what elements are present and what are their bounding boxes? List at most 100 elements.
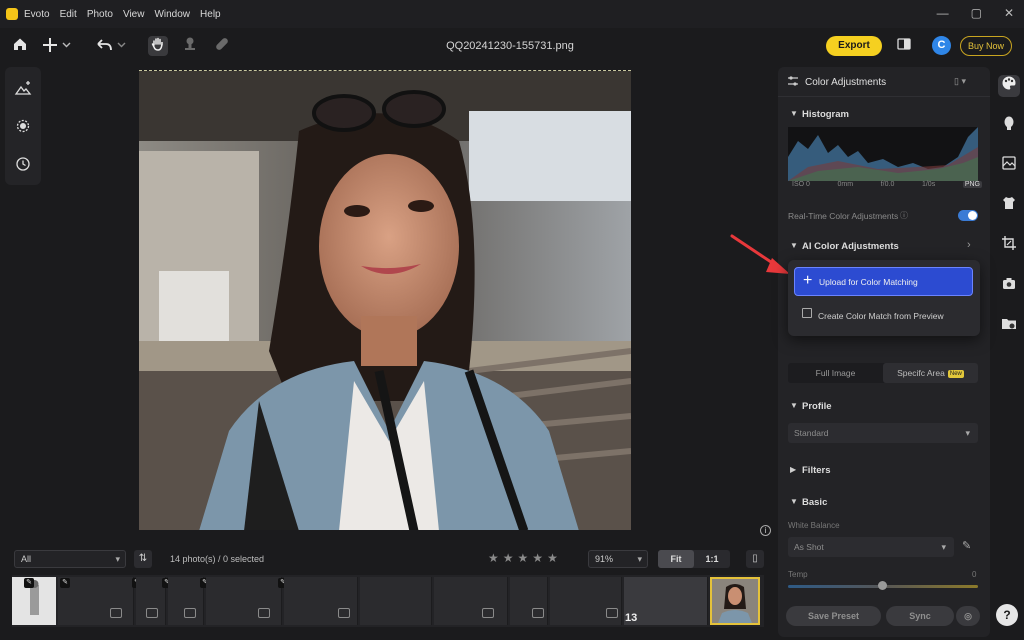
clothing-icon[interactable] (998, 195, 1020, 217)
caret-down-icon[interactable]: ▼ (790, 109, 798, 118)
menu-view[interactable]: View (123, 9, 145, 20)
thumbnail[interactable] (434, 577, 508, 625)
specific-area-tab[interactable]: Specifc Area New (883, 363, 978, 383)
home-icon[interactable] (10, 36, 30, 56)
one-to-one-button[interactable]: 1:1 (694, 550, 730, 568)
rating-stars[interactable]: ★ ★ ★ ★ ★ (488, 551, 558, 565)
zoom-select[interactable]: 91% ▾ (588, 550, 648, 568)
caret-down-icon[interactable]: ▼ (790, 497, 798, 506)
shutter-label: 1/0s (921, 181, 936, 188)
menu-edit[interactable]: Edit (60, 9, 77, 20)
caret-right-icon[interactable]: ▶ (790, 465, 796, 474)
realtime-label: Real-Time Color Adjustments (788, 211, 899, 221)
thumbnail[interactable]: ✎ (136, 577, 172, 625)
face-icon[interactable] (998, 115, 1020, 137)
thumbnail-current[interactable] (710, 577, 760, 625)
chevron-right-icon[interactable]: › (967, 239, 971, 251)
stamp-tool-icon[interactable] (180, 36, 200, 56)
create-color-match-button[interactable]: Create Color Match from Preview (794, 304, 973, 328)
histogram-exif: ISO 0 0mm f/0.0 1/0s PNG (792, 181, 982, 188)
image-placeholder-icon (532, 608, 544, 618)
white-balance-select[interactable]: As Shot ▾ (788, 537, 954, 557)
camera-icon[interactable] (998, 275, 1020, 297)
edited-photo[interactable] (139, 70, 631, 530)
star-icon[interactable]: ★ (518, 551, 529, 565)
filter-select[interactable]: All ▾ (14, 550, 126, 568)
thumbnail[interactable]: ✎ (550, 577, 634, 625)
portrait-image (139, 71, 631, 530)
sync-button[interactable]: Sync (886, 606, 954, 626)
hand-tool-icon[interactable] (148, 36, 168, 56)
thumbnail-image (712, 579, 758, 623)
eyedropper-icon[interactable]: ✎ (962, 539, 971, 552)
realtime-toggle[interactable] (958, 210, 978, 221)
full-image-tab[interactable]: Full Image (788, 363, 883, 383)
export-folder-icon[interactable] (998, 315, 1020, 337)
app-logo-icon (6, 8, 18, 20)
undo-icon[interactable] (94, 36, 128, 56)
star-icon[interactable]: ★ (532, 551, 543, 565)
history-icon[interactable] (13, 155, 33, 175)
thumbnail[interactable]: ✎ (206, 577, 288, 625)
maximize-icon[interactable]: ▢ (971, 6, 982, 20)
thumbnail[interactable] (510, 577, 548, 625)
ai-color-popup: + Upload for Color Matching Create Color… (788, 260, 980, 336)
background-icon[interactable] (998, 155, 1020, 177)
star-icon[interactable]: ★ (488, 551, 499, 565)
save-preset-button[interactable]: Save Preset (786, 606, 881, 626)
thumbnail-selected[interactable]: ✎ (12, 577, 56, 625)
export-button[interactable]: Export (826, 36, 882, 56)
filters-title[interactable]: Filters (802, 465, 831, 476)
help-button[interactable]: ? (996, 604, 1018, 626)
menu-evoto[interactable]: Evoto (24, 9, 50, 20)
caret-down-icon[interactable]: ▼ (790, 401, 798, 410)
thumbnail[interactable] (360, 577, 432, 625)
thumbnail[interactable] (284, 577, 358, 625)
minimize-icon[interactable]: — (937, 6, 949, 20)
menu-bar: Evoto Edit Photo View Window Help — ▢ ✕ (0, 0, 1024, 28)
help-circle-icon[interactable]: ⓘ (900, 210, 908, 221)
ai-color-title[interactable]: AI Color Adjustments (802, 241, 899, 252)
compare-icon[interactable] (894, 36, 914, 56)
upload-color-matching-button[interactable]: + Upload for Color Matching (794, 267, 973, 296)
window-controls: — ▢ ✕ (937, 6, 1014, 20)
landscape-ai-icon[interactable] (13, 79, 33, 99)
profile-title[interactable]: Profile (802, 401, 832, 412)
menu-help[interactable]: Help (200, 9, 221, 20)
thumbnail[interactable]: ✎✎ (58, 577, 142, 625)
profile-select[interactable]: Standard ▾ (788, 423, 978, 443)
format-label: PNG (962, 181, 982, 188)
panel-toggle-icon[interactable]: ▯ (746, 550, 764, 568)
menu-window[interactable]: Window (154, 9, 190, 20)
bandage-tool-icon[interactable] (212, 36, 232, 56)
filmstrip[interactable]: ✎ ✎✎ ✎ ✎ ✎ ✎ (12, 575, 764, 627)
fit-button[interactable]: Fit (658, 550, 694, 568)
histogram-title[interactable]: Histogram (802, 109, 849, 120)
close-icon[interactable]: ✕ (1004, 6, 1014, 20)
add-icon[interactable] (42, 36, 72, 56)
image-placeholder-icon (482, 608, 494, 618)
fit-toggle-group: Fit 1:1 (658, 550, 730, 568)
star-icon[interactable]: ★ (547, 551, 558, 565)
menu-photo[interactable]: Photo (87, 9, 113, 20)
star-icon[interactable]: ★ (503, 551, 514, 565)
image-placeholder-icon (606, 608, 618, 618)
sort-button[interactable]: ⇅ (134, 550, 152, 568)
info-icon[interactable]: i (760, 525, 771, 536)
crop-icon[interactable] (998, 235, 1020, 257)
sync-options-icon[interactable]: ◎ (956, 606, 980, 626)
basic-title[interactable]: Basic (802, 497, 827, 508)
focal-label: 0mm (837, 181, 854, 188)
filmstrip-controls: All ▾ ⇅ 14 photo(s) / 0 selected ★ ★ ★ ★… (12, 548, 770, 570)
image-placeholder-icon (258, 608, 270, 618)
full-image-label: Full Image (815, 368, 856, 378)
avatar[interactable]: C (932, 36, 951, 55)
effects-icon[interactable] (13, 117, 33, 137)
panel-layout-icon[interactable]: ▯ ▾ (954, 76, 966, 87)
thumbnail[interactable]: ✎ (168, 577, 210, 625)
filter-value: All (21, 554, 32, 564)
image-placeholder-icon (146, 608, 158, 618)
buy-now-button[interactable]: Buy Now (960, 36, 1012, 56)
palette-icon[interactable] (998, 75, 1020, 97)
temp-slider-handle[interactable] (878, 581, 887, 590)
